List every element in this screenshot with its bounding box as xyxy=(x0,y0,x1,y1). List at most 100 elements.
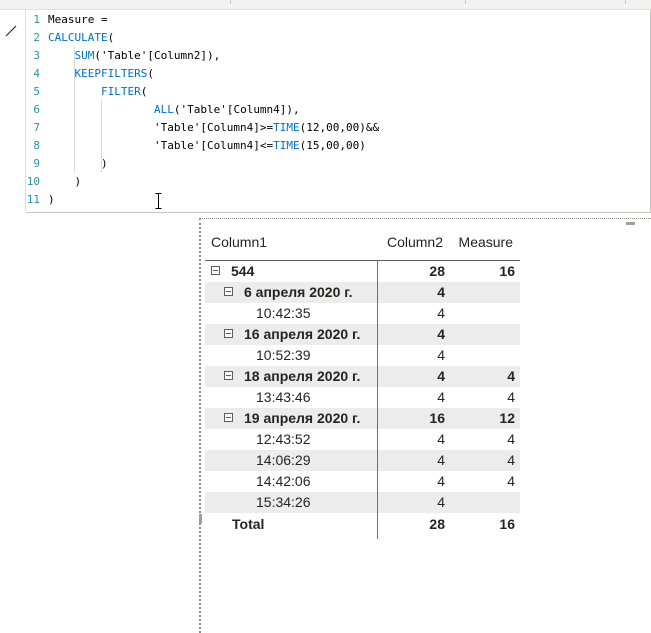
matrix-row[interactable]: 13:43:46 4 4 xyxy=(205,387,520,408)
collapse-icon[interactable] xyxy=(224,413,233,422)
vertical-splitter[interactable] xyxy=(199,218,201,633)
total-row[interactable]: Total 28 16 xyxy=(205,514,520,535)
code-token: ('Table'[Column4]), xyxy=(173,103,300,116)
matrix-row[interactable]: 18 апреля 2020 г. 4 4 xyxy=(205,366,520,387)
code-token: ) xyxy=(48,157,108,170)
code-line[interactable]: 9 ) xyxy=(26,155,626,173)
code-token: ('Table'[Column2]), xyxy=(94,49,221,62)
dax-function: CALCULATE xyxy=(48,31,108,44)
code-line[interactable]: 1 Measure = xyxy=(26,11,626,29)
line-number: 4 xyxy=(33,67,40,80)
code-line[interactable]: 8 'Table'[Column4]<=TIME(15,00,00) xyxy=(26,137,626,155)
dax-function: TIME xyxy=(273,139,300,152)
matrix-row[interactable]: 15:34:26 4 xyxy=(205,492,520,513)
code-text: ) xyxy=(48,191,55,209)
resize-grip[interactable] xyxy=(199,514,202,523)
row-header-cell: 15:34:26 xyxy=(205,492,377,513)
row-label: 18 апреля 2020 г. xyxy=(244,368,361,384)
measure-value xyxy=(445,303,515,324)
ribbon-divider xyxy=(625,0,626,4)
matrix-row[interactable]: 14:42:06 4 4 xyxy=(205,471,520,492)
measure-value: 4 xyxy=(507,431,515,447)
code-text: FILTER( xyxy=(48,83,147,101)
code-text: ALL('Table'[Column4]), xyxy=(48,101,300,119)
collapse-icon[interactable] xyxy=(224,329,233,338)
matrix-row[interactable]: 16 апреля 2020 г. 4 xyxy=(205,324,520,345)
row-label: 15:34:26 xyxy=(256,494,311,510)
row-header-cell: 10:52:39 xyxy=(205,345,377,366)
header-column1[interactable]: Column1 xyxy=(211,228,371,260)
line-number: 5 xyxy=(33,85,40,98)
total-text: Total xyxy=(232,516,265,532)
code-line[interactable]: 10 ) xyxy=(26,173,626,191)
code-text: CALCULATE( xyxy=(48,29,114,47)
row-header-cell: 18 апреля 2020 г. xyxy=(205,366,377,387)
line-number: 9 xyxy=(33,157,40,170)
horizontal-splitter[interactable] xyxy=(199,218,651,219)
total-measure: 16 xyxy=(499,516,515,532)
column2-value: 4 xyxy=(437,326,445,342)
measure-value: 4 xyxy=(507,368,515,384)
dax-function: ALL xyxy=(153,103,174,116)
collapse-icon[interactable] xyxy=(224,287,233,296)
header-column2[interactable]: Column2 xyxy=(377,228,443,260)
measure-value: 4 xyxy=(507,452,515,468)
measure-value: 4 xyxy=(507,389,515,405)
line-number: 7 xyxy=(33,121,40,134)
code-line[interactable]: 11) xyxy=(26,191,626,209)
column2-value: 16 xyxy=(429,410,445,426)
header-measure[interactable]: Measure xyxy=(445,228,513,260)
measure-value xyxy=(445,492,515,513)
code-token: (15,00,00) xyxy=(299,139,366,152)
line-number: 8 xyxy=(33,139,40,152)
code-text: SUM('Table'[Column2]), xyxy=(48,47,221,65)
resize-grip[interactable] xyxy=(626,222,635,225)
matrix-row[interactable]: 6 апреля 2020 г. 4 xyxy=(205,282,520,303)
code-line[interactable]: 3 SUM('Table'[Column2]), xyxy=(26,47,626,65)
row-header-cell: 14:06:29 xyxy=(205,450,377,471)
line-number: 11 xyxy=(26,193,40,206)
row-label: 10:42:35 xyxy=(256,305,311,321)
code-text: ) xyxy=(48,155,108,173)
row-header-cell: 10:42:35 xyxy=(205,303,377,324)
code-line[interactable]: 5 FILTER( xyxy=(26,83,626,101)
code-token: ( xyxy=(140,85,148,98)
line-number: 10 xyxy=(26,175,40,188)
code-line[interactable]: 4 KEEPFILTERS( xyxy=(26,65,626,83)
ribbon-divider xyxy=(465,0,466,4)
collapse-icon[interactable] xyxy=(224,371,233,380)
matrix-row[interactable]: 10:42:35 4 xyxy=(205,303,520,324)
code-token: 'Table'[Column4]<= xyxy=(48,139,274,152)
matrix-row[interactable]: 10:52:39 4 xyxy=(205,345,520,366)
collapse-icon[interactable] xyxy=(211,266,220,275)
matrix-row[interactable]: 12:43:52 4 4 xyxy=(205,429,520,450)
column2-value: 4 xyxy=(437,494,445,510)
code-token: 'Table'[Column4]>= xyxy=(48,121,274,134)
code-token: ( xyxy=(147,67,154,80)
measure-value xyxy=(445,345,515,366)
dax-formula-editor[interactable]: 1 Measure = 2 CALCULATE(3 SUM('Table'[Colum… xyxy=(26,10,651,213)
code-token: (12,00,00)&& xyxy=(299,121,380,134)
formula-bar-gutter xyxy=(0,10,26,212)
matrix-row[interactable]: 14:06:29 4 4 xyxy=(205,450,520,471)
row-header-cell: 16 апреля 2020 г. xyxy=(205,324,377,345)
matrix-row[interactable]: 19 апреля 2020 г. 16 12 xyxy=(205,408,520,429)
matrix-row[interactable]: 544 28 16 xyxy=(205,261,520,282)
dax-function: TIME xyxy=(273,121,300,134)
code-text: Measure = xyxy=(48,11,108,29)
code-line[interactable]: 7 'Table'[Column4]>=TIME(12,00,00)&& xyxy=(26,119,626,137)
measure-value: 16 xyxy=(499,263,515,279)
line-number: 3 xyxy=(33,49,40,62)
code-line[interactable]: 6 ALL('Table'[Column4]), xyxy=(26,101,626,119)
row-header-cell: 544 xyxy=(205,261,377,282)
code-text: 'Table'[Column4]<=TIME(15,00,00) xyxy=(48,137,366,155)
code-token: ) xyxy=(48,193,55,206)
code-line[interactable]: 2 CALCULATE( xyxy=(26,29,626,47)
row-header-cell: 6 апреля 2020 г. xyxy=(205,282,377,303)
total-column2: 28 xyxy=(429,516,445,532)
row-header-cell: 14:42:06 xyxy=(205,471,377,492)
cancel-formula-icon[interactable] xyxy=(4,24,18,38)
